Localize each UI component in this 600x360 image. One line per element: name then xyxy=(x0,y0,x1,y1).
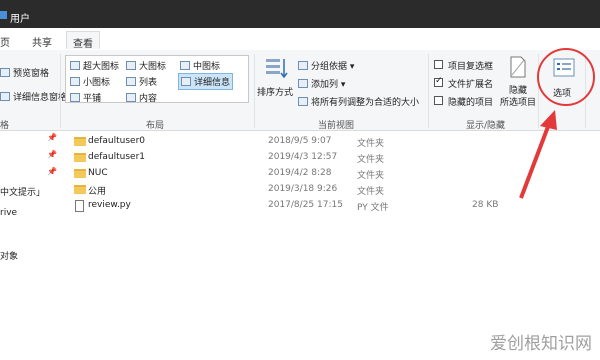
file-row[interactable]: defaultuser1 2019/4/3 12:57 文件夹 xyxy=(72,151,532,167)
file-extensions-checkbox[interactable] xyxy=(434,76,443,87)
hide-selected-icon xyxy=(508,56,528,78)
file-date: 2019/4/3 12:57 xyxy=(268,152,338,162)
medium-icons-icon xyxy=(180,61,190,70)
sort-by-button[interactable]: 排序方式 xyxy=(257,85,293,98)
folder-icon xyxy=(74,185,86,194)
file-size: 28 KB xyxy=(472,200,499,210)
pin-icon[interactable]: 📌 xyxy=(47,167,57,176)
details-pane-icon xyxy=(0,92,10,101)
details-option[interactable]: 详细信息 xyxy=(178,73,234,90)
list-icon xyxy=(126,77,136,86)
file-date: 2019/3/18 9:26 xyxy=(268,184,338,194)
group-divider xyxy=(254,54,255,128)
add-column-button[interactable]: 添加列 ▾ xyxy=(298,77,345,90)
folder-icon xyxy=(74,137,86,146)
folder-icon xyxy=(74,169,86,178)
medium-icons-option[interactable]: 中图标 xyxy=(180,59,220,72)
window-title: 用户 xyxy=(10,14,30,25)
extra-large-icons-option[interactable]: 超大图标 xyxy=(70,59,119,72)
file-type: 文件夹 xyxy=(357,139,385,149)
size-columns-icon xyxy=(298,97,308,106)
file-type: 文件夹 xyxy=(357,155,385,165)
file-date: 2018/9/5 9:07 xyxy=(268,136,332,146)
file-name: defaultuser1 xyxy=(88,152,146,162)
hidden-items-checkbox[interactable] xyxy=(434,96,443,105)
file-extensions-label: 文件扩展名 xyxy=(448,80,494,90)
file-row[interactable]: 公用 2019/3/18 9:26 文件夹 xyxy=(72,183,532,199)
pin-icon[interactable]: 📌 xyxy=(47,150,57,159)
layout-group-label: 布局 xyxy=(146,121,165,131)
preview-pane-button[interactable]: 预览窗格 xyxy=(0,66,49,79)
nav-item[interactable]: 中文提示」 xyxy=(0,185,45,198)
item-checkboxes-label: 项目复选框 xyxy=(448,62,494,72)
file-name: 公用 xyxy=(88,187,107,197)
ribbon-tabs: 页 共享 查看 xyxy=(0,28,600,51)
show-hide-group-label: 显示/隐藏 xyxy=(466,121,506,131)
file-date: 2017/8/25 17:15 xyxy=(268,200,343,210)
size-all-columns-button[interactable]: 将所有列调整为合适的大小 xyxy=(298,95,419,108)
folder-icon xyxy=(74,153,86,162)
group-by-icon xyxy=(298,61,308,70)
file-row[interactable]: NUC 2019/4/2 8:28 文件夹 xyxy=(72,167,532,183)
file-type: 文件夹 xyxy=(357,171,385,181)
details-pane-button[interactable]: 详细信息窗格 xyxy=(0,90,67,103)
watermark: 爱创根知识网 xyxy=(490,334,592,354)
large-icons-option[interactable]: 大图标 xyxy=(126,59,166,72)
tab-share[interactable]: 共享 xyxy=(32,34,52,49)
large-icons-icon xyxy=(126,61,136,70)
sort-by-icon xyxy=(264,56,288,80)
file-icon xyxy=(75,200,84,212)
highlight-circle xyxy=(537,48,595,106)
hidden-items-label: 隐藏的项目 xyxy=(448,98,494,108)
small-icons-option[interactable]: 小图标 xyxy=(70,75,110,88)
tab-view[interactable]: 查看 xyxy=(66,31,100,50)
file-name: NUC xyxy=(88,168,108,178)
current-view-group-label: 当前视图 xyxy=(318,121,355,131)
file-row[interactable]: defaultuser0 2018/9/5 9:07 文件夹 xyxy=(72,135,532,151)
file-name: review.py xyxy=(88,200,131,210)
nav-item[interactable]: 对象 xyxy=(0,249,18,262)
tab-home[interactable]: 页 xyxy=(0,34,10,49)
nav-item[interactable]: rive xyxy=(0,208,17,218)
hide-selected-label: 所选项目 xyxy=(500,98,537,108)
title-bar: 用户 xyxy=(0,0,600,28)
content-icon xyxy=(126,93,136,102)
details-icon xyxy=(181,77,191,86)
pane-group-label: 格 xyxy=(0,121,10,131)
group-divider xyxy=(60,54,61,128)
pin-icon[interactable]: 📌 xyxy=(47,133,57,142)
file-row[interactable]: review.py 2017/8/25 17:15 PY 文件 28 KB xyxy=(72,199,532,215)
file-date: 2019/4/2 8:28 xyxy=(268,168,332,178)
tiles-icon xyxy=(70,93,80,102)
add-column-icon xyxy=(298,79,308,88)
file-type: 文件夹 xyxy=(357,187,385,197)
small-icons-icon xyxy=(70,77,80,86)
file-name: defaultuser0 xyxy=(88,136,146,146)
group-divider xyxy=(428,54,429,128)
list-option[interactable]: 列表 xyxy=(126,75,157,88)
content-option[interactable]: 内容 xyxy=(126,91,157,104)
ribbon: 预览窗格 详细信息窗格 格 超大图标 大图标 中图标 小图标 列表 详细信息 平… xyxy=(0,50,600,131)
item-checkboxes-checkbox[interactable] xyxy=(434,60,443,69)
folder-icon xyxy=(0,11,7,19)
navigation-pane: 📌 📌 📌 中文提示」 rive 对象 xyxy=(0,131,60,360)
file-type: PY 文件 xyxy=(357,203,389,213)
extra-large-icons-icon xyxy=(70,61,80,70)
tiles-option[interactable]: 平铺 xyxy=(70,91,101,104)
group-by-button[interactable]: 分组依据 ▾ xyxy=(298,59,354,72)
preview-pane-icon xyxy=(0,68,10,77)
